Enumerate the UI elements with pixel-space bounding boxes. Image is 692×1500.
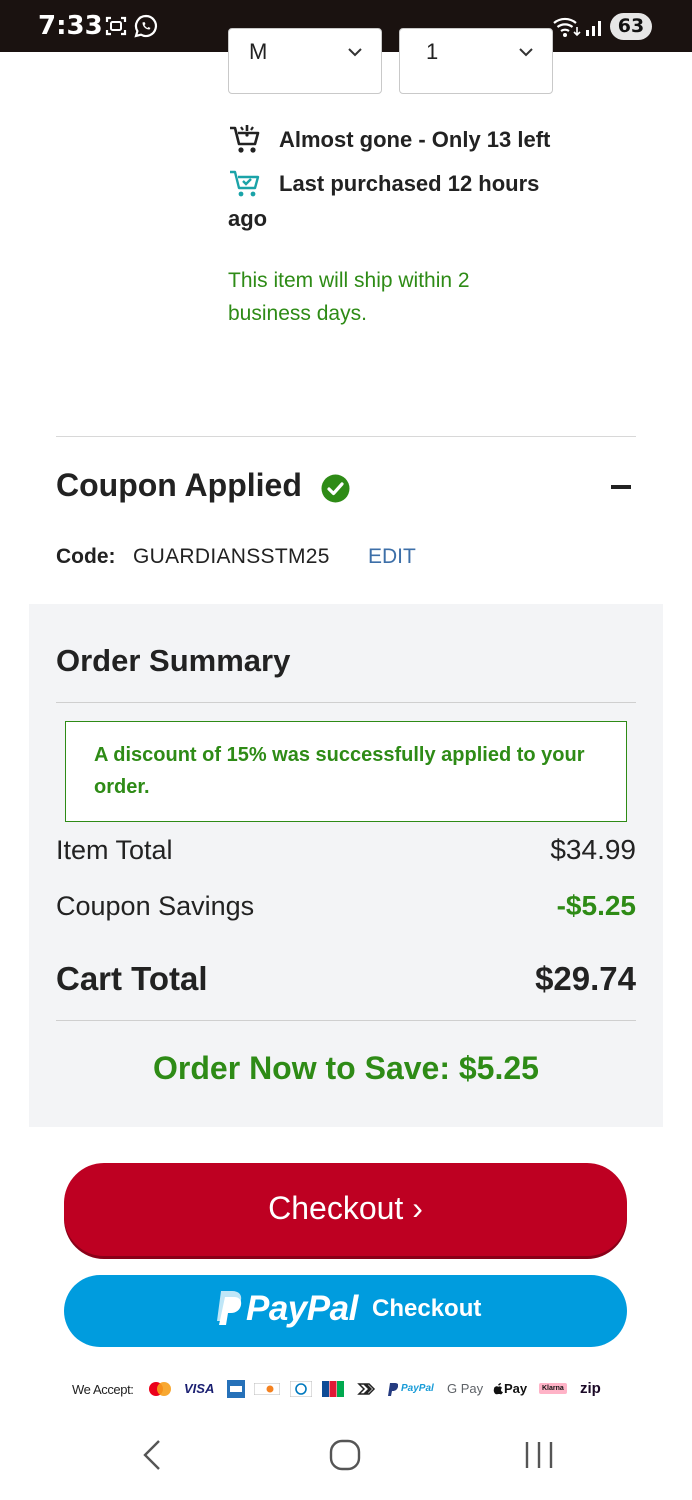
apple-pay-icon: Pay: [504, 1381, 528, 1396]
divider: [56, 702, 636, 703]
chevron-down-icon: [348, 48, 362, 57]
screenshot-icon: [105, 16, 127, 36]
item-total-label: Item Total: [56, 835, 173, 865]
zip-icon: zip: [580, 1380, 601, 1397]
paypal-small-icon: [388, 1383, 398, 1396]
coupon-savings-value: -$5.25: [556, 890, 636, 921]
visa-icon: VISA: [184, 1381, 215, 1396]
whatsapp-icon: [134, 14, 158, 38]
cart-total-label: Cart Total: [56, 960, 208, 997]
paypal-logo-icon: [217, 1291, 242, 1325]
wifi-icon: [553, 17, 581, 37]
order-summary: Order Summary A discount of 15% was succ…: [29, 604, 663, 1127]
checkout-button[interactable]: Checkout ›: [64, 1163, 627, 1256]
size-select-value: M: [249, 39, 268, 64]
recent-apps-icon[interactable]: [522, 1440, 556, 1470]
size-select[interactable]: M: [228, 28, 382, 94]
discount-alert: A discount of 15% was successfully appli…: [65, 721, 627, 822]
coupon-code: GUARDIANSSTM25: [133, 545, 330, 568]
diners-club-icon: [290, 1381, 312, 1397]
cart-total-value: $29.74: [535, 960, 636, 997]
ship-note: This item will ship within 2 business da…: [228, 269, 470, 325]
divider: [56, 436, 636, 437]
cart-check-icon: [230, 170, 260, 197]
cart-alert-icon: [230, 125, 260, 153]
item-total-value: $34.99: [550, 834, 636, 865]
stock-text: Almost gone - Only 13 left: [279, 127, 551, 152]
google-pay-icon: G Pay: [447, 1381, 484, 1396]
save-message: Order Now to Save: $5.25: [153, 1050, 539, 1086]
afterpay-icon: [357, 1383, 376, 1395]
home-icon[interactable]: [328, 1438, 362, 1472]
klarna-icon: Klarna: [539, 1383, 567, 1394]
we-accept-label: We Accept:: [72, 1382, 134, 1397]
quantity-select-value: 1: [426, 39, 439, 64]
check-circle-icon: [321, 474, 350, 503]
coupon-title: Coupon Applied: [56, 467, 302, 503]
last-purchased-text: Last purchased 12 hours: [279, 171, 540, 196]
edit-coupon-link[interactable]: EDIT: [368, 545, 416, 569]
paypal-checkout-button[interactable]: PayPal Checkout: [64, 1275, 627, 1347]
code-label: Code:: [56, 545, 116, 568]
system-nav-bar: [0, 1410, 692, 1500]
paypal-brand: PayPal: [246, 1289, 358, 1328]
collapse-icon[interactable]: [611, 485, 631, 489]
quantity-select[interactable]: 1: [399, 28, 553, 94]
status-time: 7:33: [38, 11, 103, 41]
paypal-checkout-label: Checkout: [372, 1295, 482, 1322]
discover-icon: [254, 1383, 280, 1395]
jcb-icon: [322, 1381, 344, 1397]
order-summary-title: Order Summary: [56, 643, 291, 678]
apple-icon: [493, 1383, 503, 1395]
signal-icon: [586, 21, 601, 36]
last-purchased-text-cont: ago: [228, 206, 268, 231]
mastercard-icon: [149, 1382, 171, 1396]
divider: [56, 1020, 636, 1021]
back-icon[interactable]: [140, 1438, 164, 1472]
battery-icon: 63: [610, 13, 652, 40]
amex-icon: [227, 1380, 245, 1398]
paypal-method: PayPal: [401, 1383, 434, 1394]
coupon-savings-label: Coupon Savings: [56, 891, 255, 921]
chevron-down-icon: [519, 48, 533, 57]
